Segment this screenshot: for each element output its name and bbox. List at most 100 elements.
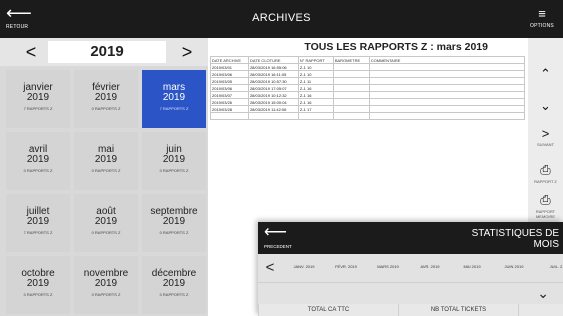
table-cell	[368, 112, 526, 120]
month-tile[interactable]: juillet 2019 7 RAPPORTS Z	[6, 194, 70, 252]
table-cell: 28/03/2019 11:42:06	[247, 105, 299, 113]
year-selector: < 2019 >	[0, 38, 208, 66]
table-cell: Z-1 11	[297, 77, 334, 85]
month-tile[interactable]: avril 2019 0 RAPPORTS Z	[6, 132, 70, 190]
table-cell: Z-1 16	[297, 98, 334, 106]
table-cell	[332, 112, 370, 120]
memory-report-button[interactable]: ⎙ RAPPORT MEMOIRE	[528, 192, 563, 219]
options-button[interactable]: ≡ OPTIONS	[527, 6, 557, 29]
stats-previous-button[interactable]: <	[262, 257, 278, 279]
next-button[interactable]: > SUIVANT	[528, 126, 563, 147]
table-row[interactable]: 2019/03/28 28/03/2019 11:42:06 Z-1 17	[210, 105, 526, 113]
month-tile[interactable]: mars 2019 7 RAPPORTS Z	[142, 70, 206, 128]
month-tile[interactable]: février 2019 0 RAPPORTS Z	[74, 70, 138, 128]
month-tile[interactable]: août 2019 0 RAPPORTS Z	[74, 194, 138, 252]
month-tile[interactable]: septembre 2019 0 RAPPORTS Z	[142, 194, 206, 252]
table-cell	[332, 98, 370, 106]
table-cell	[297, 112, 334, 120]
table-row[interactable]: 2019/03/06 28/03/2019 17:05:07 Z-1 16	[210, 84, 526, 92]
stats-month-item[interactable]: JUIN 2019	[494, 264, 534, 269]
reports-table: DATE ARCHIVE DATE CLOTURE N° RAPPORT BAROME…	[210, 56, 526, 120]
table-cell	[332, 105, 370, 113]
month-year: 2019	[94, 216, 118, 227]
stats-month-item[interactable]: JANV. 2019	[284, 264, 324, 269]
month-tile[interactable]: décembre 2019 0 RAPPORTS Z	[142, 256, 206, 314]
table-cell	[368, 91, 526, 99]
month-tile[interactable]: novembre 2019 0 RAPPORTS Z	[74, 256, 138, 314]
chevron-down-icon: ⌄	[540, 98, 551, 113]
month-year: 2019	[94, 278, 118, 289]
previous-year-button[interactable]: <	[16, 41, 46, 63]
scroll-down-button[interactable]: ⌄	[528, 98, 563, 114]
month-report-count: 0 RAPPORTS Z	[91, 106, 121, 111]
report-z-label: RAPPORT Z	[534, 179, 557, 184]
stats-col-extra	[518, 304, 563, 316]
table-cell	[332, 70, 370, 78]
month-tile[interactable]: octobre 2019 0 RAPPORTS Z	[6, 256, 70, 314]
expand-chevron-icon[interactable]: ⌄	[537, 285, 549, 302]
memory-report-label: RAPPORT MEMOIRE	[535, 209, 556, 219]
month-report-count: 0 RAPPORTS Z	[91, 230, 121, 235]
month-report-count: 0 RAPPORTS Z	[159, 168, 189, 173]
table-cell: 2019/03/05	[210, 77, 249, 85]
stats-month-item[interactable]: MAI 2019	[452, 264, 492, 269]
stats-toolbar: ⌄	[258, 282, 563, 304]
table-cell: Z-1 16	[297, 84, 334, 92]
table-cell	[368, 98, 526, 106]
month-tile[interactable]: janvier 2019 7 RAPPORTS Z	[6, 70, 70, 128]
table-row[interactable]	[210, 112, 526, 120]
month-report-count: 7 RAPPORTS Z	[23, 106, 53, 111]
chevron-up-icon: ⌃	[540, 66, 551, 81]
table-cell: 2019/03/01	[210, 63, 249, 71]
table-row[interactable]: 2019/03/07 28/03/2019 10:12:32 Z-1 16	[210, 91, 526, 99]
month-year: 2019	[26, 92, 50, 103]
month-tile[interactable]: mai 2019 0 RAPPORTS Z	[74, 132, 138, 190]
page-title: ARCHIVES	[252, 12, 311, 24]
table-row[interactable]: 2019/03/26 28/03/2019 15:00:04 Z-1 16	[210, 98, 526, 106]
table-cell: 28/03/2019 15:00:04	[247, 98, 299, 106]
table-cell: 28/03/2019 16:55:06	[247, 63, 299, 71]
stats-month-item[interactable]: MARS 2019	[368, 264, 408, 269]
stats-month-item[interactable]: AVR. 2019	[410, 264, 450, 269]
month-report-count: 0 RAPPORTS Z	[159, 230, 189, 235]
table-row[interactable]: 2019/03/01 28/03/2019 16:55:06 Z-1 10	[210, 63, 526, 71]
month-year: 2019	[162, 92, 186, 103]
next-label: SUIVANT	[536, 142, 555, 147]
month-report-count: 0 RAPPORTS Z	[23, 168, 53, 173]
scroll-up-button[interactable]: ⌃	[528, 66, 563, 82]
stats-month-item[interactable]: JUIL. 2	[536, 264, 563, 269]
printer-icon: ⎙	[540, 162, 551, 177]
stats-month-item[interactable]: FÉVR. 2019	[326, 264, 366, 269]
chevron-right-icon: >	[541, 126, 550, 141]
stats-columns: TOTAL CA TTC NB TOTAL TICKETS	[258, 304, 563, 316]
column-header[interactable]: BAROMETRE	[332, 56, 370, 64]
column-header[interactable]: COMMENTAIRE	[368, 56, 526, 64]
table-cell	[332, 84, 370, 92]
column-header[interactable]: N° RAPPORT	[297, 56, 334, 64]
table-cell: Z-1 16	[297, 91, 334, 99]
table-cell	[332, 63, 370, 71]
printer-icon: ⎙	[540, 192, 551, 207]
table-cell: 2019/03/28	[210, 105, 249, 113]
menu-icon: ≡	[538, 6, 546, 21]
report-z-button[interactable]: ⎙ RAPPORT Z	[528, 162, 563, 184]
column-header[interactable]: DATE ARCHIVE	[210, 56, 249, 64]
stats-back-button[interactable]: ⟵ PRECEDENT	[264, 225, 304, 250]
table-cell: 28/03/2019 16:11:05	[247, 70, 299, 78]
table-row[interactable]: 2019/03/05 28/03/2019 10:57:30 Z-1 11	[210, 77, 526, 85]
month-tile[interactable]: juin 2019 0 RAPPORTS Z	[142, 132, 206, 190]
table-cell	[368, 84, 526, 92]
month-year: 2019	[162, 278, 186, 289]
top-bar: ⟵ RETOUR ARCHIVES ≡ OPTIONS	[0, 0, 563, 38]
table-row[interactable]: 2019/03/06 28/03/2019 16:11:05 Z-1 10	[210, 70, 526, 78]
table-cell	[368, 70, 526, 78]
month-report-count: 7 RAPPORTS Z	[159, 106, 189, 111]
next-year-button[interactable]: >	[172, 41, 202, 63]
monthly-stats-panel: ⟵ PRECEDENT STATISTIQUES DE MOIS < JANV.…	[258, 222, 563, 316]
table-cell: Z-1 17	[297, 105, 334, 113]
table-cell: 2019/03/26	[210, 98, 249, 106]
stats-back-label: PRECEDENT	[264, 244, 292, 249]
reports-title: TOUS LES RAPPORTS Z : mars 2019	[304, 41, 488, 53]
column-header[interactable]: DATE CLOTURE	[247, 56, 299, 64]
table-cell	[210, 112, 249, 120]
